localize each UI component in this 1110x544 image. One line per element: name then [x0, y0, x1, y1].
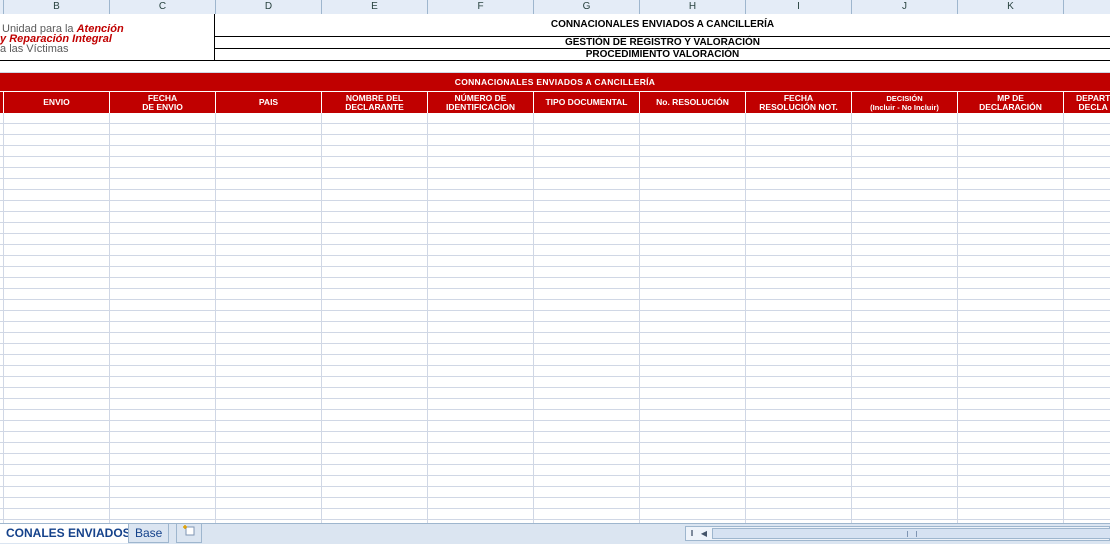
column-header-j[interactable]: J [852, 0, 958, 14]
column-title-mp-declaracion[interactable]: MP DE DECLARACIÓN [958, 92, 1064, 113]
worksheet-grid[interactable]: Unidad para la Atención y Reparación Int… [0, 14, 1110, 523]
table-column-headers: ENVIO FECHA DE ENVIO PAIS NOMBRE DEL DEC… [0, 91, 1110, 113]
column-title-numero-identificacion[interactable]: NÚMERO DE IDENTIFICACION [428, 92, 534, 113]
sheet-tab-base[interactable]: Base [128, 524, 170, 543]
insert-sheet-icon[interactable] [176, 524, 202, 543]
column-header-f[interactable]: F [428, 0, 534, 14]
column-title-fecha-envio[interactable]: FECHA DE ENVIO [110, 92, 216, 113]
column-title-decision[interactable]: DECISIÓN (Incluir - No Incluir) [852, 92, 958, 113]
scroll-left-icon[interactable]: ◀ [698, 527, 710, 540]
column-title-pais[interactable]: PAIS [216, 92, 322, 113]
column-header-k[interactable]: K [958, 0, 1064, 14]
report-title[interactable]: CONNACIONALES ENVIADOS A CANCILLERÍA [215, 14, 1110, 37]
column-title-departamento[interactable]: DEPART DECLA [1064, 92, 1110, 113]
scroll-split-icon[interactable]: ‖ [686, 527, 698, 540]
report-subtitle[interactable]: GESTIÓN DE REGISTRO Y VALORACIÓN [215, 37, 1110, 49]
column-title-nombre-declarante[interactable]: NOMBRE DEL DECLARANTE [322, 92, 428, 113]
column-header-d[interactable]: D [216, 0, 322, 14]
column-title-envio[interactable]: ENVIO [4, 92, 110, 113]
column-title-tipo-documental[interactable]: TIPO DOCUMENTAL [534, 92, 640, 113]
data-rows-area[interactable] [0, 113, 1110, 523]
horizontal-scrollbar[interactable]: ‖ ◀ [685, 526, 1110, 541]
column-title-no-resolucion[interactable]: No. RESOLUCIÓN [640, 92, 746, 113]
column-header-g[interactable]: G [534, 0, 640, 14]
report-procedure[interactable]: PROCEDIMIENTO VALORACIÓN [215, 49, 1110, 61]
grip-icon [906, 531, 917, 537]
column-header-bar: B C D E F G H I J K [0, 0, 1110, 15]
logo-text-victimas: las Víctimas [9, 43, 69, 55]
column-header-i[interactable]: I [746, 0, 852, 14]
institution-logo: Unidad para la Atención y Reparación Int… [0, 14, 215, 61]
column-header-l[interactable] [1064, 0, 1110, 14]
column-header-b[interactable]: B [4, 0, 110, 14]
scroll-thumb[interactable] [712, 528, 1110, 539]
column-title-fecha-resolucion[interactable]: FECHA RESOLUCIÓN NOT. [746, 92, 852, 113]
column-header-h[interactable]: H [640, 0, 746, 14]
table-band-title[interactable]: CONNACIONALES ENVIADOS A CANCILLERÍA [0, 73, 1110, 91]
column-header-e[interactable]: E [322, 0, 428, 14]
column-header-c[interactable]: C [110, 0, 216, 14]
sheet-tab-connacionales[interactable]: CONALES ENVIADOS [0, 524, 137, 543]
sheet-tab-bar: CONALES ENVIADOS Base ‖ ◀ [0, 523, 1110, 544]
